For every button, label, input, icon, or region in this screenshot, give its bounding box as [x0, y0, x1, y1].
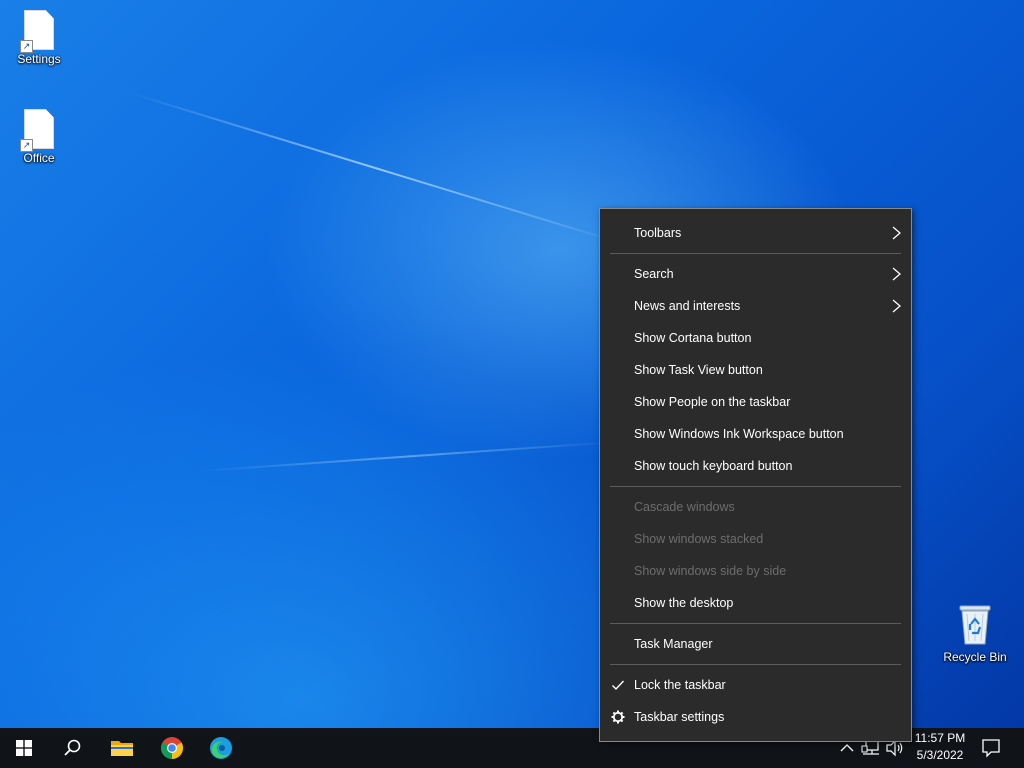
- menu-item-toolbars[interactable]: Toolbars: [600, 218, 911, 248]
- search-icon: [64, 739, 81, 756]
- menu-item-show-windows-side-by-side: Show windows side by side: [600, 556, 911, 586]
- menu-item-label: Task Manager: [634, 637, 713, 651]
- menu-item-show-windows-ink-workspace-button[interactable]: Show Windows Ink Workspace button: [600, 419, 911, 449]
- chrome-button[interactable]: [148, 728, 196, 768]
- menu-item-search[interactable]: Search: [600, 259, 911, 289]
- menu-separator: [610, 486, 901, 487]
- desktop-icon-settings[interactable]: ↗ Settings: [4, 10, 74, 66]
- edge-button[interactable]: [197, 728, 245, 768]
- shortcut-arrow-icon: ↗: [20, 139, 33, 152]
- clock-time: 11:57 PM: [914, 731, 966, 745]
- menu-item-label: Search: [634, 267, 674, 281]
- clock-date: 5/3/2022: [916, 748, 964, 762]
- search-button[interactable]: [48, 728, 96, 768]
- menu-item-show-the-desktop[interactable]: Show the desktop: [600, 588, 911, 618]
- folder-icon: [111, 741, 133, 756]
- start-button[interactable]: [0, 728, 48, 768]
- menu-item-news-and-interests[interactable]: News and interests: [600, 291, 911, 321]
- desktop-icon-label: Settings: [17, 52, 61, 66]
- recycle-bin-icon: [957, 602, 993, 646]
- menu-item-label: Show touch keyboard button: [634, 459, 793, 473]
- menu-item-show-cortana-button[interactable]: Show Cortana button: [600, 323, 911, 353]
- menu-item-label: Show windows stacked: [634, 532, 764, 546]
- menu-item-show-people-on-the-taskbar[interactable]: Show People on the taskbar: [600, 387, 911, 417]
- menu-item-label: Show windows side by side: [634, 564, 787, 578]
- notification-icon: [982, 739, 1000, 758]
- menu-item-label: Cascade windows: [634, 500, 735, 514]
- menu-item-label: Toolbars: [634, 226, 682, 240]
- menu-item-cascade-windows: Cascade windows: [600, 492, 911, 522]
- desktop-icon-recycle-bin[interactable]: Recycle Bin: [940, 602, 1010, 664]
- menu-item-lock-the-taskbar[interactable]: Lock the taskbar: [600, 670, 911, 700]
- menu-item-label: News and interests: [634, 299, 741, 313]
- menu-separator: [610, 253, 901, 254]
- menu-item-taskbar-settings[interactable]: Taskbar settings: [600, 702, 911, 732]
- chrome-icon: [161, 737, 183, 759]
- menu-item-show-task-view-button[interactable]: Show Task View button: [600, 355, 911, 385]
- menu-item-show-windows-stacked: Show windows stacked: [600, 524, 911, 554]
- menu-item-label: Taskbar settings: [634, 710, 725, 724]
- windows-logo-icon: [16, 740, 32, 756]
- menu-separator: [610, 664, 901, 665]
- menu-item-label: Show Task View button: [634, 363, 763, 377]
- menu-item-label: Show the desktop: [634, 596, 734, 610]
- desktop-icon-label: Recycle Bin: [943, 650, 1007, 664]
- chevron-right-icon: [892, 226, 901, 240]
- desktop-icon-office[interactable]: ↗ Office: [4, 109, 74, 165]
- wallpaper-light-beam: [129, 92, 628, 246]
- menu-item-label: Show People on the taskbar: [634, 395, 791, 409]
- shortcut-arrow-icon: ↗: [20, 40, 33, 53]
- edge-icon: [210, 737, 232, 759]
- menu-item-label: Show Cortana button: [634, 331, 752, 345]
- menu-item-label: Show Windows Ink Workspace button: [634, 427, 844, 441]
- clock[interactable]: 11:57 PM 5/3/2022: [908, 730, 972, 766]
- gear-icon: [611, 710, 625, 724]
- taskbar-context-menu[interactable]: Toolbars Search News and interests Show Cor…: [599, 208, 912, 742]
- chevron-right-icon: [892, 267, 901, 281]
- menu-separator: [610, 623, 901, 624]
- checkmark-icon: [612, 680, 625, 691]
- wallpaper-light-beam: [199, 440, 620, 472]
- desktop-icon-label: Office: [23, 151, 55, 165]
- menu-item-show-touch-keyboard-button[interactable]: Show touch keyboard button: [600, 451, 911, 481]
- menu-item-task-manager[interactable]: Task Manager: [600, 629, 911, 659]
- file-explorer-button[interactable]: [98, 728, 146, 768]
- chevron-right-icon: [892, 299, 901, 313]
- menu-item-label: Lock the taskbar: [634, 678, 726, 692]
- action-center-button[interactable]: [979, 736, 1003, 760]
